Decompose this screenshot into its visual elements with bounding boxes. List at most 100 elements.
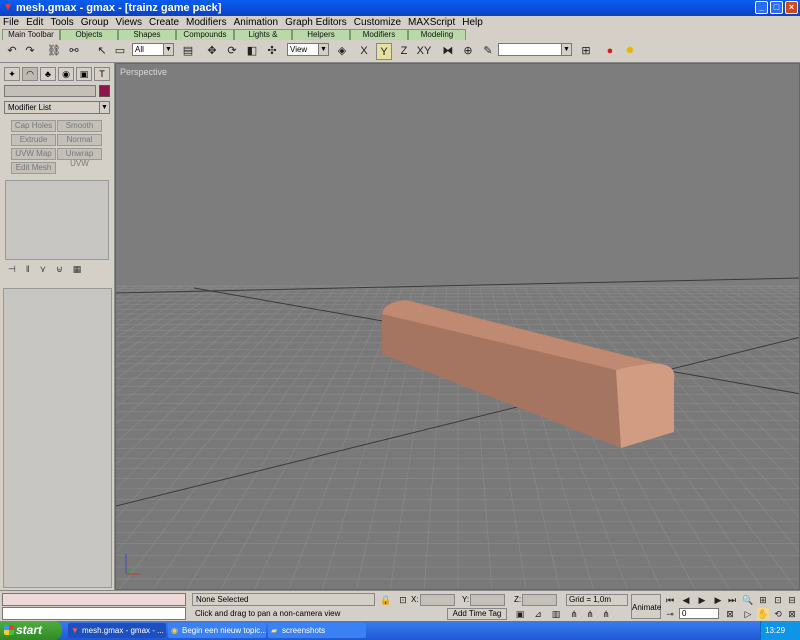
field-of-view-icon[interactable]: ▷ [742, 608, 754, 620]
tab-helpers[interactable]: Helpers [292, 29, 350, 40]
angle-snap-icon[interactable]: ⊿ [532, 608, 544, 620]
menu-edit[interactable]: Edit [26, 16, 43, 29]
close-button[interactable]: × [785, 1, 798, 14]
snap-toggle-icon[interactable]: ▣ [514, 608, 526, 620]
x-coordinate-field[interactable] [420, 594, 455, 606]
go-to-start-icon[interactable]: ⏮ [664, 594, 676, 606]
taskbar-item-screenshots[interactable]: ▰ screenshots [268, 623, 366, 638]
menu-customize[interactable]: Customize [354, 16, 401, 29]
zoom-extents-all-icon[interactable]: ⊟ [786, 594, 798, 606]
tab-main-toolbar[interactable]: Main Toolbar [2, 29, 60, 40]
maximize-button[interactable]: □ [770, 1, 783, 14]
remove-modifier-icon[interactable]: ⊌ [56, 264, 63, 275]
pivot-center-icon[interactable]: ◈ [334, 43, 350, 60]
next-frame-icon[interactable]: ▶ [712, 594, 724, 606]
tab-compounds[interactable]: Compounds [176, 29, 234, 40]
viewport-label[interactable]: Perspective [120, 67, 167, 77]
named-selection-sets-dropdown[interactable]: ▼ [498, 43, 572, 56]
menu-animation[interactable]: Animation [234, 16, 278, 29]
selection-filter-dropdown[interactable]: All ▼ [132, 43, 174, 56]
lock-selection-icon[interactable]: 🔒 [380, 594, 392, 606]
unlink-icon[interactable]: ⚯ [66, 43, 82, 60]
arc-rotate-icon[interactable]: ⟲ [772, 608, 784, 620]
title-bar[interactable]: ▼ mesh.gmax - gmax - [trainz game pack] … [0, 0, 800, 16]
taskbar-item-browser[interactable]: ◉ Begin een nieuw topic... [168, 623, 266, 638]
reference-coordinate-dropdown[interactable]: View ▼ [287, 43, 329, 56]
named-selection-icon[interactable]: ✎ [480, 43, 496, 60]
zoom-all-icon[interactable]: ⊞ [757, 594, 769, 606]
menu-help[interactable]: Help [462, 16, 483, 29]
restrict-z-icon[interactable]: Z [396, 43, 412, 60]
show-end-result-icon[interactable]: ‖ [26, 264, 30, 275]
degradation-override-icon[interactable]: ⋔ [600, 608, 612, 620]
cap-holes-button[interactable]: Cap Holes [11, 120, 56, 132]
mirror-icon[interactable]: ⧓ [440, 43, 456, 60]
object-color-swatch[interactable] [99, 85, 110, 97]
create-tab-icon[interactable]: ✦ [4, 67, 20, 81]
select-link-icon[interactable]: ⛓ [46, 43, 62, 60]
start-button[interactable]: start [0, 621, 62, 640]
menu-group[interactable]: Group [81, 16, 109, 29]
track-view-icon[interactable]: ⊞ [578, 43, 594, 60]
tab-modifiers[interactable]: Modifiers [350, 29, 408, 40]
add-time-tag-button[interactable]: Add Time Tag [447, 608, 507, 620]
render-icon[interactable]: ✹ [622, 43, 638, 60]
menu-create[interactable]: Create [149, 16, 179, 29]
restrict-x-icon[interactable]: X [356, 43, 372, 60]
edit-mesh-button[interactable]: Edit Mesh [11, 162, 56, 174]
menu-file[interactable]: File [3, 16, 19, 29]
manipulate-icon[interactable]: ✣ [264, 43, 280, 60]
utilities-tab-icon[interactable]: T [94, 67, 110, 81]
menu-tools[interactable]: Tools [50, 16, 73, 29]
tab-lights-cameras[interactable]: Lights & Cameras [234, 29, 292, 49]
pan-icon[interactable]: ✋ [757, 608, 769, 620]
tab-shapes[interactable]: Shapes [118, 29, 176, 40]
minimize-button[interactable]: _ [755, 1, 768, 14]
modify-tab-icon[interactable]: ◠ [22, 67, 38, 81]
tab-objects[interactable]: Objects [60, 29, 118, 40]
percent-snap-icon[interactable]: ▥ [550, 608, 562, 620]
menu-views[interactable]: Views [116, 16, 143, 29]
extrude-button[interactable]: Extrude [11, 134, 56, 146]
zoom-icon[interactable]: 🔍 [742, 594, 754, 606]
menu-maxscript[interactable]: MAXScript [408, 16, 455, 29]
absolute-mode-icon[interactable]: ⊡ [397, 594, 409, 606]
perspective-viewport[interactable]: Perspective [115, 63, 800, 590]
menu-graph-editors[interactable]: Graph Editors [285, 16, 347, 29]
menu-modifiers[interactable]: Modifiers [186, 16, 227, 29]
maximize-viewport-icon[interactable]: ⊠ [786, 608, 798, 620]
uvw-map-button[interactable]: UVW Map [11, 148, 56, 160]
go-to-end-icon[interactable]: ⏭ [726, 594, 738, 606]
y-coordinate-field[interactable] [470, 594, 505, 606]
material-editor-icon[interactable]: ● [602, 43, 618, 60]
maxscript-listener-output[interactable] [2, 593, 186, 606]
make-unique-icon[interactable]: ⋎ [40, 264, 47, 275]
taskbar-item-gmax[interactable]: ▼ mesh.gmax - gmax - ... [68, 623, 166, 638]
pin-stack-icon[interactable]: ⊣ [8, 264, 16, 275]
z-coordinate-field[interactable] [522, 594, 557, 606]
normal-button[interactable]: Normal [57, 134, 102, 146]
previous-frame-icon[interactable]: ◀ [680, 594, 692, 606]
named-selection-lock-icon[interactable]: ⋔ [584, 608, 596, 620]
play-icon[interactable]: ▶ [696, 594, 708, 606]
tab-modeling[interactable]: Modeling [408, 29, 466, 40]
key-mode-icon[interactable]: ⊸ [664, 608, 676, 620]
animate-button[interactable]: Animate [631, 594, 661, 619]
restrict-xy-icon[interactable]: XY [416, 43, 432, 60]
time-configuration-icon[interactable]: ⊠ [724, 608, 736, 620]
restrict-y-icon[interactable]: Y [376, 43, 392, 60]
select-by-name-icon[interactable]: ▤ [180, 43, 196, 60]
motion-tab-icon[interactable]: ◉ [58, 67, 74, 81]
configure-modifier-sets-icon[interactable]: ▦ [73, 264, 82, 275]
modifier-list-dropdown[interactable]: Modifier List ▼ [4, 101, 110, 114]
spinner-snap-icon[interactable]: ⋔ [568, 608, 580, 620]
unwrap-uvw-button[interactable]: Unwrap UVW [57, 148, 102, 168]
redo-icon[interactable]: ↷ [22, 43, 38, 60]
align-icon[interactable]: ⊕ [460, 43, 476, 60]
hierarchy-tab-icon[interactable]: ♣ [40, 67, 56, 81]
rotate-icon[interactable]: ⟳ [224, 43, 240, 60]
modifier-stack[interactable] [5, 180, 109, 260]
select-object-icon[interactable]: ↖ [94, 43, 110, 60]
rectangle-selection-icon[interactable]: ▭ [112, 43, 128, 60]
undo-icon[interactable]: ↶ [4, 43, 20, 60]
